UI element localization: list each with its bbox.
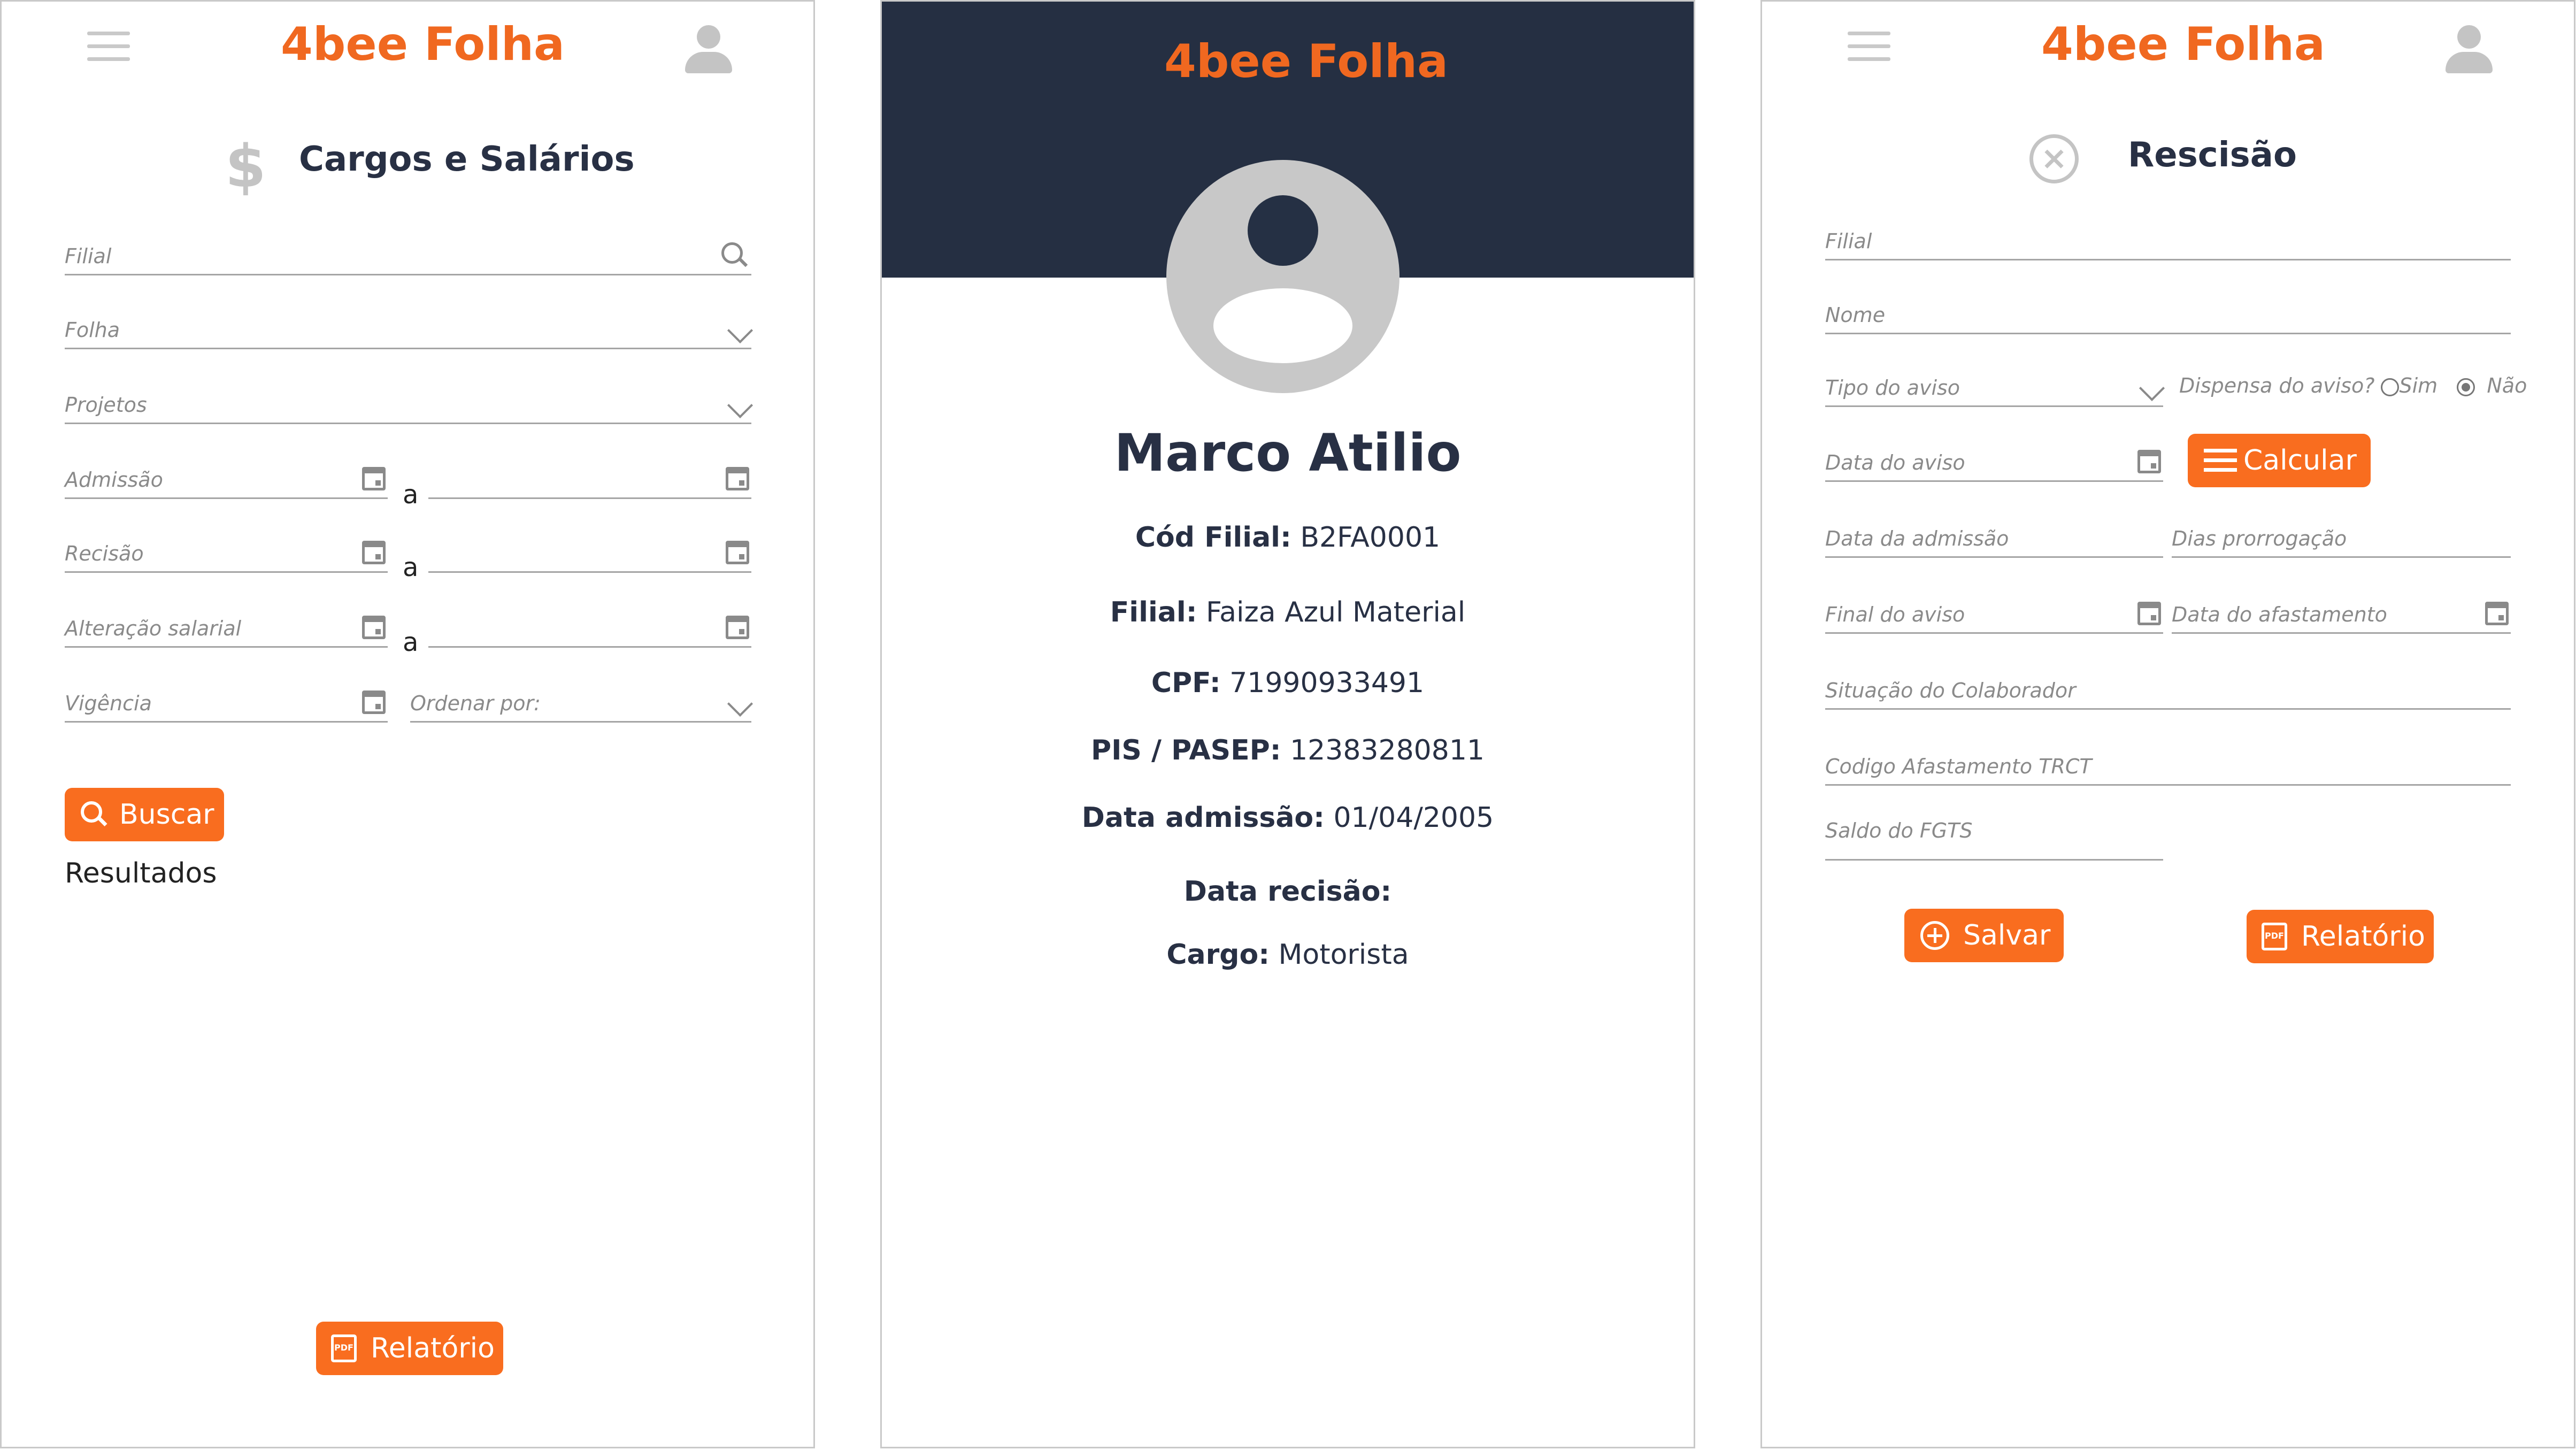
range-separator: a: [403, 553, 419, 582]
nome-field[interactable]: Nome: [1825, 299, 2511, 334]
filial-field[interactable]: Filial: [1825, 225, 2511, 260]
results-heading: Resultados: [65, 857, 217, 889]
calcular-label: Calcular: [2243, 444, 2357, 477]
close-circle-icon: ×: [2029, 134, 2079, 183]
page-title: Rescisão: [2128, 135, 2297, 175]
chevron-down-icon: [727, 691, 753, 717]
calendar-icon[interactable]: [362, 616, 386, 639]
search-icon[interactable]: [721, 242, 748, 269]
salvar-button[interactable]: Salvar: [1904, 909, 2064, 962]
data-afastamento-field[interactable]: Data do afastamento: [2172, 599, 2511, 634]
projetos-select[interactable]: Projetos: [65, 389, 753, 424]
employee-profile-screen: 4bee Folha Marco Atilio Cód Filial: B2FA…: [880, 0, 1695, 1448]
dollar-icon: $: [225, 132, 266, 201]
range-separator: a: [403, 480, 419, 510]
calendar-icon[interactable]: [2485, 602, 2509, 625]
calendar-icon[interactable]: [726, 467, 749, 490]
profile-row-filial: Filial: Faiza Azul Material: [1110, 596, 1466, 628]
profile-row-data-recisao: Data recisão:: [1183, 876, 1392, 908]
radio-sim-label: Sim: [2399, 374, 2438, 397]
recisao-end-field[interactable]: [428, 538, 751, 573]
calendar-icon[interactable]: [2137, 450, 2161, 473]
profile-row-cargo: Cargo: Motorista: [1166, 939, 1409, 971]
final-aviso-field[interactable]: Final do aviso: [1825, 599, 2163, 634]
tipo-aviso-select[interactable]: Tipo do aviso: [1825, 372, 2165, 407]
calendar-icon[interactable]: [2137, 602, 2161, 625]
employee-name: Marco Atilio: [1114, 423, 1462, 483]
pdf-icon: PDF: [2262, 923, 2287, 950]
brand-logo: 4bee Folha: [281, 18, 565, 71]
filial-field[interactable]: Filial: [65, 240, 751, 275]
pdf-icon: PDF: [331, 1334, 357, 1362]
radio-nao-label: Não: [2487, 374, 2527, 397]
chevron-down-icon: [727, 392, 753, 419]
alteracao-salarial-start-field[interactable]: Alteração salarial: [65, 612, 388, 648]
calendar-icon[interactable]: [362, 467, 386, 490]
brand-logo: 4bee Folha: [1164, 35, 1449, 88]
dias-prorrogacao-field[interactable]: Dias prorrogação: [2172, 523, 2511, 558]
vigencia-field[interactable]: Vigência: [65, 687, 388, 723]
range-separator: a: [403, 627, 419, 657]
dispensa-aviso-label: Dispensa do aviso?: [2179, 374, 2375, 397]
saldo-fgts-field[interactable]: Saldo do FGTS: [1825, 815, 2163, 861]
add-circle-icon: [1920, 921, 1949, 950]
recisao-start-field[interactable]: Recisão: [65, 538, 388, 573]
calendar-icon[interactable]: [726, 616, 749, 639]
calcular-button[interactable]: Calcular: [2188, 434, 2371, 487]
menu-icon[interactable]: [1848, 32, 1890, 64]
profile-row-cpf: CPF: 71990933491: [1151, 667, 1425, 699]
cargos-salarios-screen: 4bee Folha $ Cargos e Salários Filial Fo…: [0, 0, 815, 1448]
codigo-afastamento-trct-field[interactable]: Codigo Afastamento TRCT: [1825, 750, 2511, 786]
search-icon: [81, 801, 107, 828]
profile-row-pis-pasep: PIS / PASEP: 12383280811: [1090, 734, 1485, 766]
menu-lines-icon: [2204, 449, 2237, 472]
folha-select[interactable]: Folha: [65, 314, 753, 349]
situacao-colaborador-field[interactable]: Situação do Colaborador: [1825, 674, 2511, 710]
radio-nao[interactable]: [2457, 378, 2475, 396]
data-admissao-field[interactable]: Data da admissão: [1825, 523, 2163, 558]
user-icon[interactable]: [2446, 25, 2493, 73]
admissao-start-field[interactable]: Admissão: [65, 464, 388, 499]
avatar: [1166, 160, 1400, 393]
ordenar-por-select[interactable]: Ordenar por:: [410, 687, 753, 723]
calendar-icon[interactable]: [362, 691, 386, 714]
user-icon[interactable]: [685, 25, 732, 73]
calendar-icon[interactable]: [726, 541, 749, 564]
chevron-down-icon: [727, 317, 753, 344]
buscar-label: Buscar: [119, 799, 214, 831]
chevron-down-icon: [2139, 375, 2165, 402]
relatorio-button[interactable]: PDF Relatório: [2247, 910, 2434, 963]
profile-row-cod-filial: Cód Filial: B2FA0001: [1135, 521, 1441, 554]
relatorio-label: Relatório: [2301, 920, 2425, 953]
rescisao-screen: 4bee Folha × Rescisão Filial Nome Tipo d…: [1760, 0, 2575, 1448]
radio-sim[interactable]: [2381, 378, 2400, 396]
dispensa-aviso-group: Dispensa do aviso? Sim Não: [2179, 374, 2527, 397]
page-title: Cargos e Salários: [299, 140, 635, 179]
calendar-icon[interactable]: [362, 541, 386, 564]
menu-icon[interactable]: [87, 32, 130, 64]
salvar-label: Salvar: [1963, 919, 2051, 952]
relatorio-button[interactable]: PDF Relatório: [316, 1322, 503, 1375]
data-aviso-field[interactable]: Data do aviso: [1825, 447, 2163, 482]
brand-logo: 4bee Folha: [2041, 18, 2326, 71]
relatorio-label: Relatório: [371, 1332, 495, 1364]
admissao-end-field[interactable]: [428, 464, 751, 499]
buscar-button[interactable]: Buscar: [65, 788, 224, 841]
alteracao-salarial-end-field[interactable]: [428, 612, 751, 648]
profile-row-data-admissao: Data admissão: 01/04/2005: [1081, 802, 1494, 834]
